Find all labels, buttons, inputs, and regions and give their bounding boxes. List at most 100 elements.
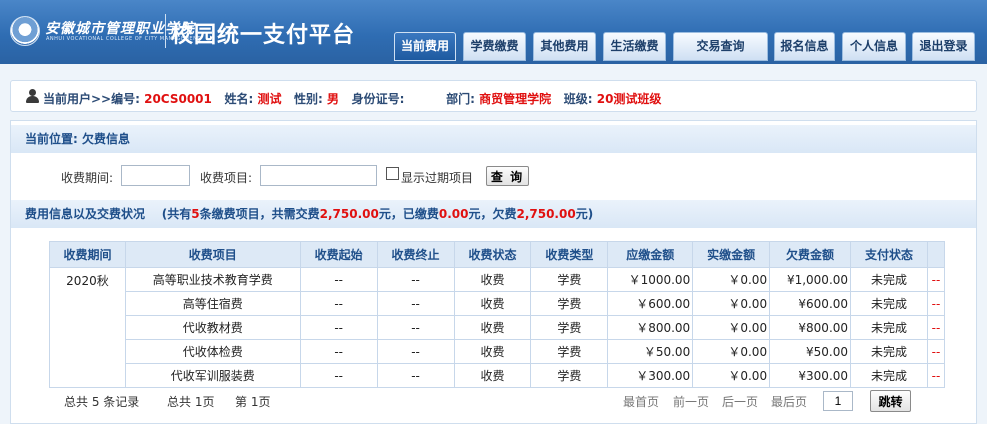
cell-amount-paid: ￥0.00 — [692, 339, 771, 364]
user-class-label: 班级: — [563, 92, 593, 106]
cell-amount-owed: ¥600.00 — [769, 291, 852, 316]
cell-amount-due: ￥50.00 — [607, 339, 694, 364]
cell-action-link[interactable]: -- — [926, 267, 946, 292]
summary-text: (共有 — [161, 207, 192, 221]
nav-living-payment[interactable]: 生活缴费 — [603, 32, 666, 61]
user-icon — [25, 89, 39, 103]
user-dept: 商贸管理学院 — [479, 92, 552, 106]
cell-start: -- — [299, 291, 378, 316]
user-id: 20CS0001 — [144, 92, 212, 106]
cell-amount-owed: ¥300.00 — [769, 363, 852, 388]
user-id-label: 当前用户>>编号: — [43, 92, 140, 106]
query-button[interactable]: 查 询 — [486, 166, 529, 186]
summary-paid: 0.00 — [438, 207, 469, 221]
cell-end: -- — [376, 363, 455, 388]
cell-pay-status: 未完成 — [850, 315, 928, 340]
cell-pay-status: 未完成 — [850, 339, 928, 364]
nav-tuition-payment[interactable]: 学费缴费 — [463, 32, 526, 61]
col-pay-status: 支付状态 — [850, 241, 928, 268]
cell-type: 学费 — [530, 291, 609, 316]
table-row: 高等住宿费 -- -- 收费 学费 ￥600.00 ￥0.00 ¥600.00 … — [50, 291, 946, 316]
cell-action-link[interactable]: -- — [926, 291, 946, 316]
cell-action-link[interactable]: -- — [926, 339, 946, 364]
table-row: 2020秋 高等职业技术教育学费 -- -- 收费 学费 ￥1000.00 ￥0… — [49, 267, 946, 388]
summary-text: 元) — [575, 207, 594, 221]
cell-period: 2020秋 — [49, 267, 126, 388]
show-expired-label: 显示过期项目 — [401, 171, 474, 185]
item-input[interactable] — [260, 165, 377, 186]
user-idcard-label: 身份证号: — [351, 92, 405, 106]
cell-action-link[interactable]: -- — [926, 315, 946, 340]
summary-text: 元，欠费 — [468, 207, 517, 221]
nav-logout[interactable]: 退出登录 — [912, 32, 975, 61]
pager-next-link[interactable]: 后一页 — [722, 393, 758, 410]
cell-start: -- — [299, 315, 378, 340]
cell-type: 学费 — [530, 339, 609, 364]
page-number-input[interactable] — [823, 391, 853, 411]
school-logo-icon — [10, 16, 40, 46]
main-panel: 当前位置: 欠费信息 收费期间: 收费项目: 显示过期项目 查 询 费用信息以及… — [10, 120, 977, 424]
cell-status: 收费 — [453, 291, 532, 316]
cell-pay-status: 未完成 — [850, 363, 928, 388]
cell-item: 代收教材费 — [124, 315, 301, 340]
cell-item: 代收体检费 — [124, 339, 301, 364]
period-label: 收费期间: — [61, 171, 114, 185]
pager-current-page: 第 1页 — [235, 395, 271, 409]
cell-amount-paid: ￥0.00 — [692, 363, 771, 388]
cell-pay-status: 未完成 — [850, 291, 928, 316]
nav-transaction-query[interactable]: 交易查询 — [673, 32, 768, 61]
header-bar: 安徽城市管理职业学院 ANHUI VOCATIONAL COLLEGE OF C… — [0, 0, 987, 64]
table-row: 代收教材费 -- -- 收费 学费 ￥800.00 ￥0.00 ¥800.00 … — [50, 315, 946, 340]
col-amount-owed: 欠费金额 — [769, 241, 852, 268]
nav-registration-info[interactable]: 报名信息 — [774, 32, 835, 61]
col-end: 收费终止 — [376, 241, 455, 268]
cell-amount-paid: ￥0.00 — [692, 315, 771, 340]
pager-total-records: 总共 5 条记录 — [64, 395, 140, 409]
nav-current-fees[interactable]: 当前费用 — [394, 32, 456, 61]
pager-last-link[interactable]: 最后页 — [771, 393, 807, 410]
cell-status: 收费 — [453, 315, 532, 340]
col-period: 收费期间 — [49, 241, 126, 268]
table-header-row: 收费期间 收费项目 收费起始 收费终止 收费状态 收费类型 应缴金额 实缴金额 … — [49, 241, 946, 268]
cell-item: 代收军训服装费 — [124, 363, 301, 388]
cell-item: 高等职业技术教育学费 — [124, 267, 301, 292]
cell-end: -- — [376, 339, 455, 364]
col-amount-paid: 实缴金额 — [692, 241, 771, 268]
table-row: 代收体检费 -- -- 收费 学费 ￥50.00 ￥0.00 ¥50.00 未完… — [50, 339, 946, 364]
cell-end: -- — [376, 315, 455, 340]
pager-first-link[interactable]: 最首页 — [623, 393, 659, 410]
cell-amount-paid: ￥0.00 — [692, 291, 771, 316]
summary-title: 费用信息以及交费状况 — [25, 207, 146, 221]
col-type: 收费类型 — [530, 241, 609, 268]
user-info-line: 当前用户>>编号: 20CS0001 姓名: 测试 性别: 男 身份证号: 部门… — [43, 90, 661, 107]
cell-amount-due: ￥800.00 — [607, 315, 694, 340]
cell-end: -- — [376, 267, 455, 292]
cell-amount-due: ￥300.00 — [607, 363, 694, 388]
user-class: 20测试班级 — [596, 92, 662, 106]
summary-total-due: 2,750.00 — [319, 207, 379, 221]
summary-owed: 2,750.00 — [516, 207, 576, 221]
jump-button[interactable]: 跳转 — [870, 390, 911, 412]
table-row: 代收军训服装费 -- -- 收费 学费 ￥300.00 ￥0.00 ¥300.0… — [50, 363, 946, 388]
location-bar: 当前位置: 欠费信息 — [11, 125, 976, 153]
period-input[interactable] — [121, 165, 190, 186]
user-gender: 男 — [327, 92, 340, 106]
cell-start: -- — [299, 267, 378, 292]
nav-personal-info[interactable]: 个人信息 — [842, 32, 906, 61]
fee-table: 收费期间 收费项目 收费起始 收费终止 收费状态 收费类型 应缴金额 实缴金额 … — [49, 241, 946, 388]
user-name: 测试 — [257, 92, 282, 106]
col-start: 收费起始 — [299, 241, 378, 268]
cell-start: -- — [299, 339, 378, 364]
user-dept-label: 部门: — [446, 92, 475, 106]
cell-action-link[interactable]: -- — [926, 363, 946, 388]
summary-text: 元，已缴费 — [378, 207, 439, 221]
nav-other-fees[interactable]: 其他费用 — [533, 32, 596, 61]
show-expired-checkbox[interactable] — [386, 167, 399, 180]
pager-total-pages: 总共 1页 — [167, 395, 215, 409]
summary-text: 条缴费项目，共需交费 — [199, 207, 320, 221]
summary-bar: 费用信息以及交费状况 (共有5条缴费项目，共需交费2,750.00元，已缴费0.… — [11, 200, 976, 228]
pager-prev-link[interactable]: 前一页 — [673, 393, 709, 410]
user-name-label: 姓名: — [224, 92, 254, 106]
cell-amount-owed: ¥50.00 — [769, 339, 852, 364]
cell-amount-owed: ¥1,000.00 — [769, 267, 852, 292]
